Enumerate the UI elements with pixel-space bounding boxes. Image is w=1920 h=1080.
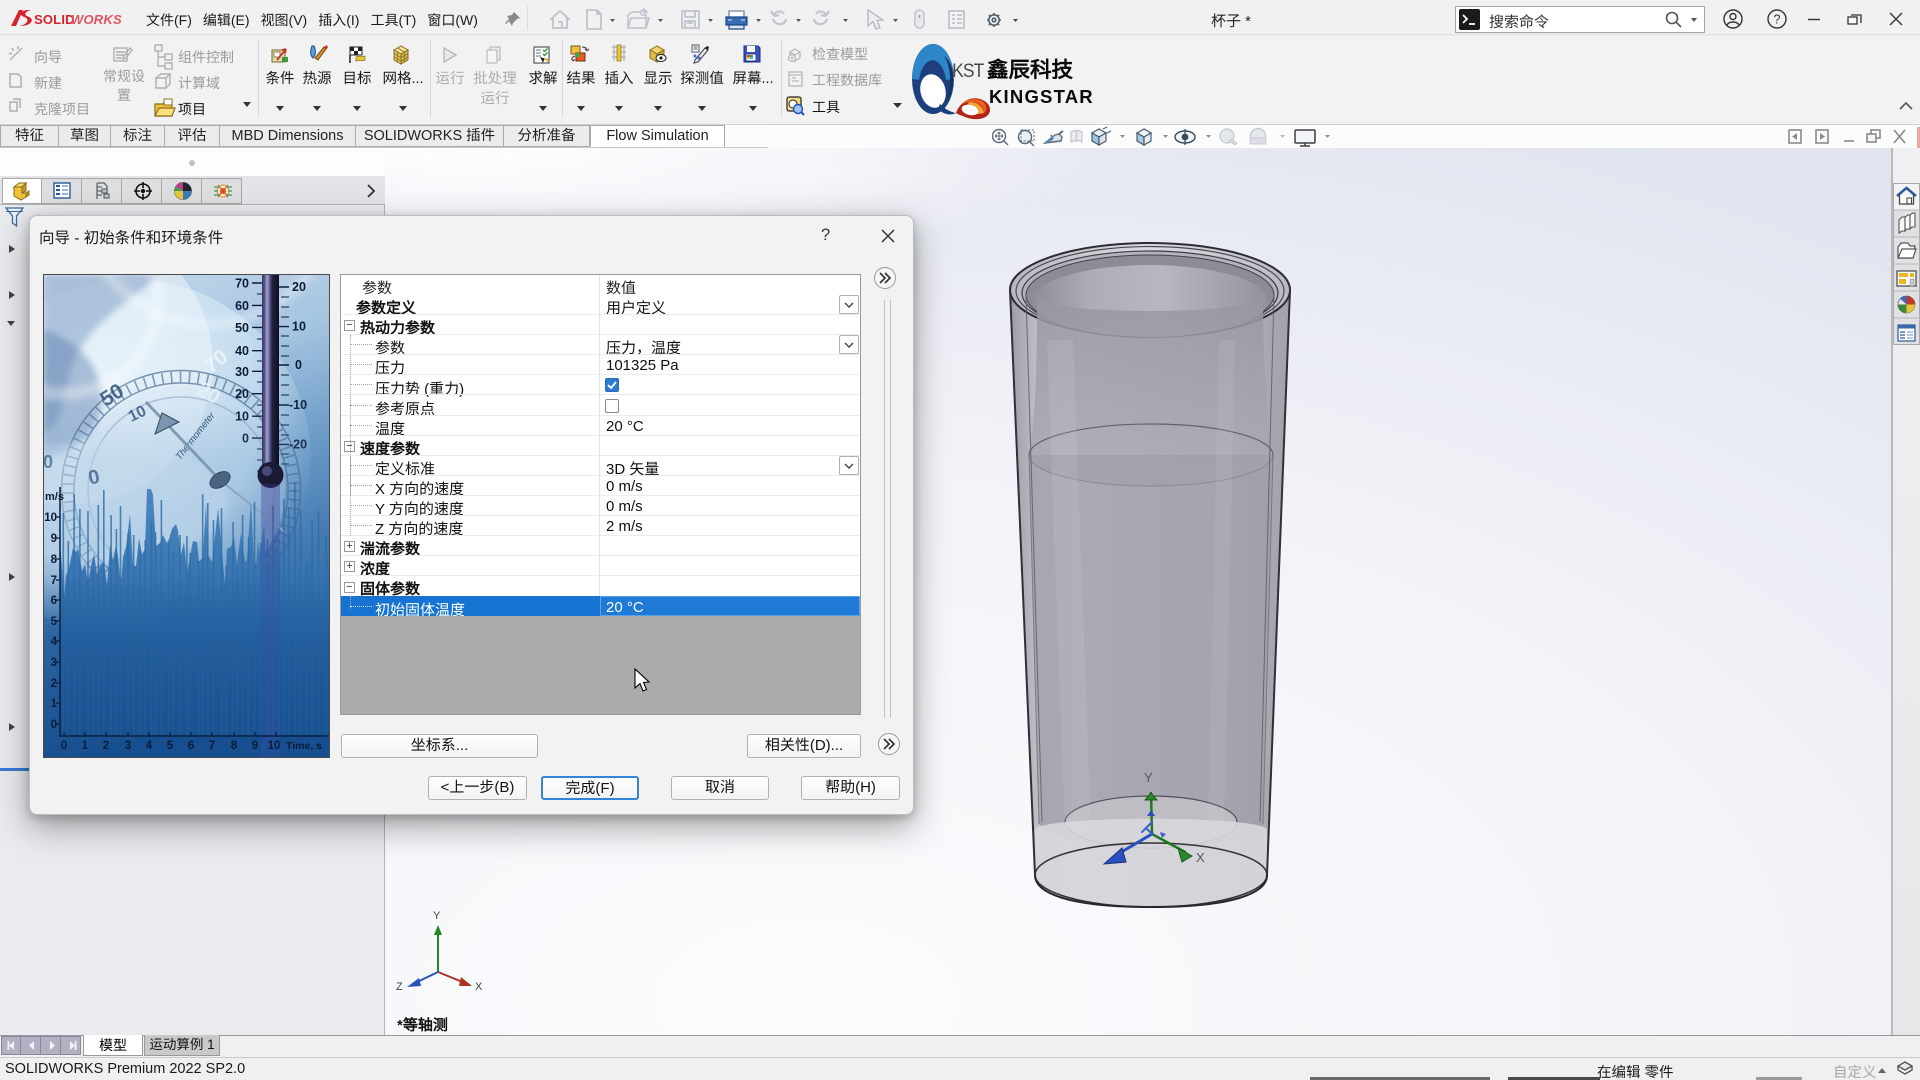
svg-text:1: 1 xyxy=(51,698,58,710)
svg-text:40: 40 xyxy=(235,344,249,358)
svg-text:60: 60 xyxy=(235,299,249,313)
svg-text:0: 0 xyxy=(61,740,67,752)
svg-text:50: 50 xyxy=(235,321,249,335)
svg-text:4: 4 xyxy=(146,740,153,752)
svg-text:Time, s: Time, s xyxy=(286,740,322,752)
svg-text:9: 9 xyxy=(252,740,258,752)
svg-text:X: X xyxy=(475,981,483,993)
svg-text:6: 6 xyxy=(51,595,57,607)
svg-text:2: 2 xyxy=(103,740,109,752)
svg-text:10: 10 xyxy=(292,320,306,334)
svg-text:Y: Y xyxy=(433,910,441,922)
svg-text:0: 0 xyxy=(51,719,57,731)
svg-text:鑫辰科技: 鑫辰科技 xyxy=(986,58,1074,82)
svg-text:7: 7 xyxy=(51,575,57,587)
svg-text:70: 70 xyxy=(235,277,249,291)
svg-text:30: 30 xyxy=(235,365,249,379)
svg-text:4: 4 xyxy=(51,636,58,648)
svg-text:6: 6 xyxy=(188,740,194,752)
svg-text:3: 3 xyxy=(51,657,57,669)
svg-text:0: 0 xyxy=(295,358,302,372)
svg-text:20: 20 xyxy=(292,280,306,294)
svg-text:X: X xyxy=(1196,850,1205,865)
svg-text:10: 10 xyxy=(268,740,281,752)
svg-text:KST: KST xyxy=(952,59,984,81)
svg-text:5: 5 xyxy=(51,616,58,628)
svg-text:10: 10 xyxy=(44,512,57,524)
svg-text:8: 8 xyxy=(231,740,238,752)
svg-text:9: 9 xyxy=(51,533,57,545)
svg-text:8: 8 xyxy=(51,554,58,566)
svg-text:7: 7 xyxy=(209,740,215,752)
svg-text:KINGSTAR: KINGSTAR xyxy=(989,86,1094,107)
svg-text:Z: Z xyxy=(396,981,403,993)
svg-text:m/s: m/s xyxy=(45,491,64,503)
svg-text:Y: Y xyxy=(1144,770,1153,785)
svg-text:5: 5 xyxy=(167,740,174,752)
svg-text:1: 1 xyxy=(82,740,89,752)
svg-text:3: 3 xyxy=(125,740,131,752)
svg-text:2: 2 xyxy=(51,678,57,690)
